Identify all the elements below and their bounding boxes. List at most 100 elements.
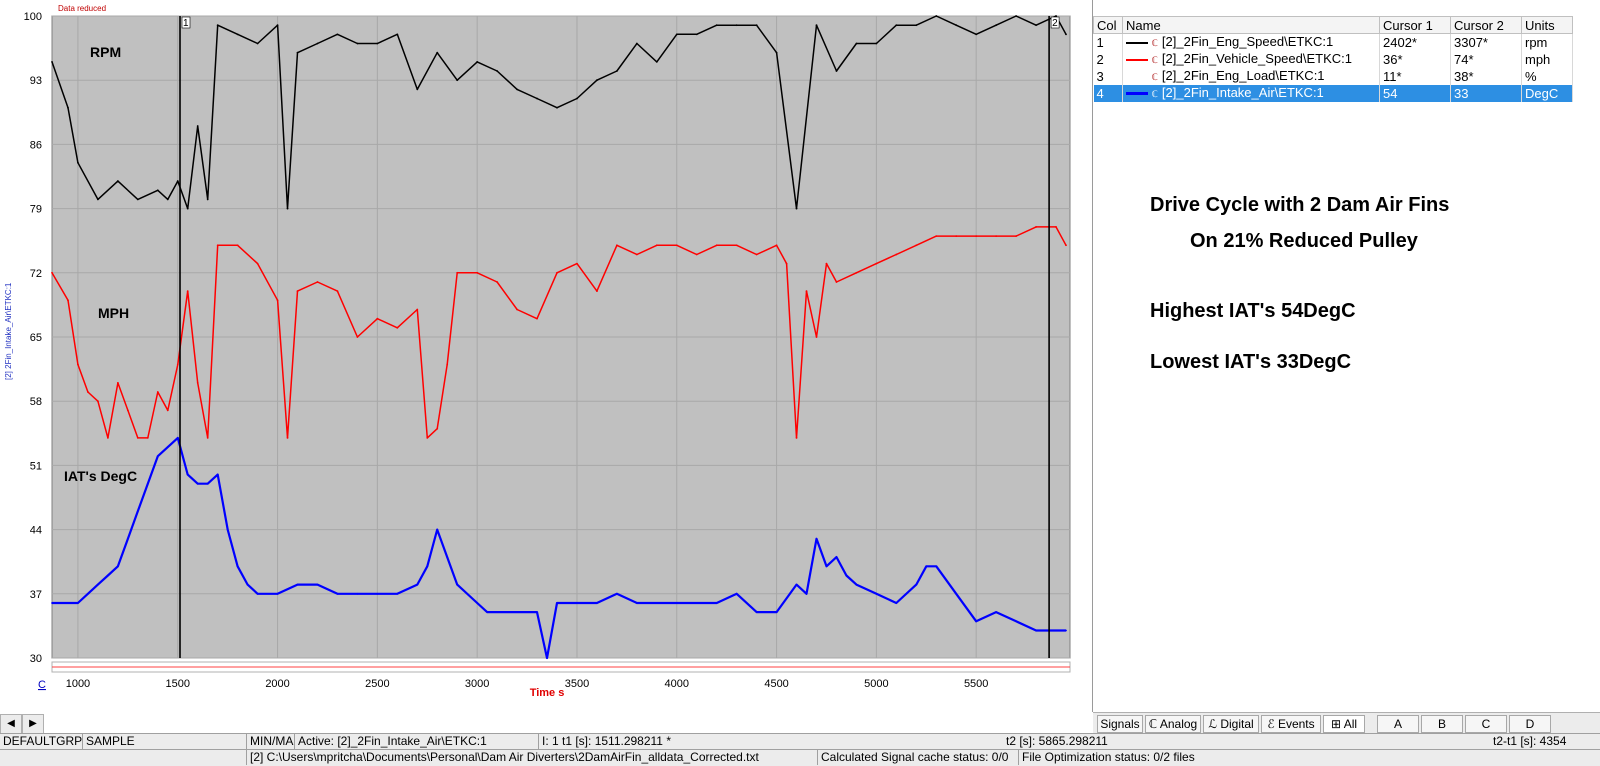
- data-point: [915, 244, 918, 247]
- data-point: [596, 290, 598, 293]
- scroll-right-button[interactable]: ▶: [22, 714, 44, 734]
- data-point: [196, 381, 199, 384]
- data-point: [735, 244, 738, 247]
- data-point: [87, 391, 89, 393]
- data-point: [695, 33, 698, 36]
- data-point: [51, 602, 53, 604]
- data-point: [436, 528, 439, 531]
- data-point: [256, 262, 259, 265]
- data-point: [376, 592, 379, 595]
- data-point: [675, 602, 678, 604]
- cursor1-value: 2402*: [1379, 33, 1451, 51]
- tab-b[interactable]: B: [1421, 715, 1463, 733]
- data-point: [436, 51, 439, 54]
- status-t2-t1: t2-t1 [s]: 4354: [1493, 734, 1567, 748]
- units-header[interactable]: Units: [1521, 16, 1573, 34]
- vertical-axis-label: [2] 2Fin_Intake_Air\ETKC:1: [4, 282, 13, 380]
- data-point: [77, 602, 79, 604]
- data-point: [146, 436, 149, 439]
- unit-value: mph: [1521, 51, 1573, 68]
- tab-analog[interactable]: ℂ Analog: [1145, 715, 1201, 733]
- scroll-left-button[interactable]: ◀: [0, 714, 22, 734]
- data-point: [146, 482, 149, 485]
- data-point: [166, 446, 169, 448]
- signal-icon: ℂ: [1151, 72, 1158, 82]
- data-point: [236, 565, 239, 568]
- signal-chart[interactable]: Data reduced 1000 1500 2000 2500 3000 3500 4000…: [0, 0, 1092, 712]
- data-point: [815, 336, 818, 338]
- x-tick-label: 4000: [665, 678, 689, 690]
- data-point: [206, 436, 209, 439]
- data-point: [995, 235, 998, 238]
- cursor2-header[interactable]: Cursor 2: [1450, 16, 1522, 34]
- cursor1-header[interactable]: Cursor 1: [1379, 16, 1451, 34]
- data-point: [895, 602, 898, 604]
- data-point: [835, 556, 838, 559]
- data-point: [576, 602, 578, 604]
- signal-row[interactable]: 1 ℂ [2]_2Fin_Eng_Speed\ETKC:1 2402* 3307*…: [1093, 33, 1573, 51]
- data-point: [835, 281, 838, 283]
- data-point: [1065, 33, 1067, 36]
- data-point: [67, 299, 69, 302]
- data-point: [855, 42, 858, 45]
- tab-d[interactable]: D: [1509, 715, 1551, 733]
- signal-icon: ℂ: [1151, 38, 1158, 48]
- data-point: [276, 299, 279, 302]
- data-point: [396, 326, 399, 329]
- data-point: [635, 253, 638, 256]
- signal-icon: ℂ: [1151, 55, 1158, 65]
- tab-signals[interactable]: Signals: [1097, 715, 1143, 733]
- data-point: [276, 24, 279, 27]
- tab-c[interactable]: C: [1465, 715, 1507, 733]
- x-tick-label: 1500: [166, 678, 190, 690]
- row-index: 3: [1093, 68, 1123, 85]
- data-point: [456, 79, 459, 82]
- tab-a[interactable]: A: [1377, 715, 1419, 733]
- data-point: [126, 537, 129, 540]
- x-tick-label: 2000: [265, 678, 289, 690]
- data-point: [975, 33, 978, 36]
- data-point: [795, 583, 798, 586]
- data-point: [476, 271, 479, 274]
- signal-row[interactable]: 2 ℂ [2]_2Fin_Vehicle_Speed\ETKC:1 36* 74*…: [1093, 51, 1573, 68]
- data-point: [87, 592, 89, 595]
- data-point: [51, 271, 53, 274]
- data-point: [1015, 15, 1018, 17]
- data-point: [77, 363, 79, 366]
- data-point: [396, 33, 399, 36]
- signal-table: Col Name Cursor 1 Cursor 2 Units 1 ℂ [2]_…: [1093, 16, 1573, 102]
- y-tick-label: 58: [30, 396, 42, 408]
- signal-row[interactable]: 3 ℂ [2]_2Fin_Eng_Load\ETKC:1 11* 38* %: [1093, 68, 1573, 85]
- data-point: [1055, 629, 1057, 632]
- status-minmax: MIN/MA: [246, 734, 293, 749]
- data-point: [785, 262, 788, 265]
- data-point: [446, 363, 449, 366]
- data-point: [715, 24, 718, 27]
- data-point: [116, 180, 119, 182]
- data-point: [576, 97, 578, 100]
- data-point: [556, 271, 558, 274]
- signal-row-selected[interactable]: 4 ℂ [2]_2Fin_Intake_Air\ETKC:1 54 33 DegC: [1093, 85, 1573, 102]
- data-point: [695, 602, 698, 604]
- data-point: [516, 88, 518, 91]
- digital-icon: ℒ: [1208, 717, 1221, 731]
- tab-events[interactable]: ℰ Events: [1261, 715, 1321, 733]
- col-header[interactable]: Col: [1093, 16, 1123, 34]
- tab-events-label: Events: [1277, 717, 1315, 731]
- tab-digital[interactable]: ℒ Digital: [1203, 715, 1259, 733]
- cursor2-value: 74*: [1450, 51, 1522, 68]
- data-point: [456, 583, 459, 586]
- tab-all[interactable]: ⊞ All: [1323, 715, 1365, 733]
- data-point: [775, 51, 778, 54]
- data-point: [596, 79, 598, 82]
- data-point: [136, 198, 139, 201]
- unit-value: DegC: [1521, 85, 1573, 102]
- y-tick-label: 37: [30, 589, 42, 601]
- row-index: 4: [1093, 85, 1123, 102]
- data-point: [875, 42, 878, 45]
- unit-value: rpm: [1521, 33, 1573, 51]
- y-tick-label: 51: [30, 460, 42, 472]
- data-point: [536, 317, 538, 320]
- name-header[interactable]: Name: [1122, 16, 1380, 34]
- data-point: [196, 125, 199, 127]
